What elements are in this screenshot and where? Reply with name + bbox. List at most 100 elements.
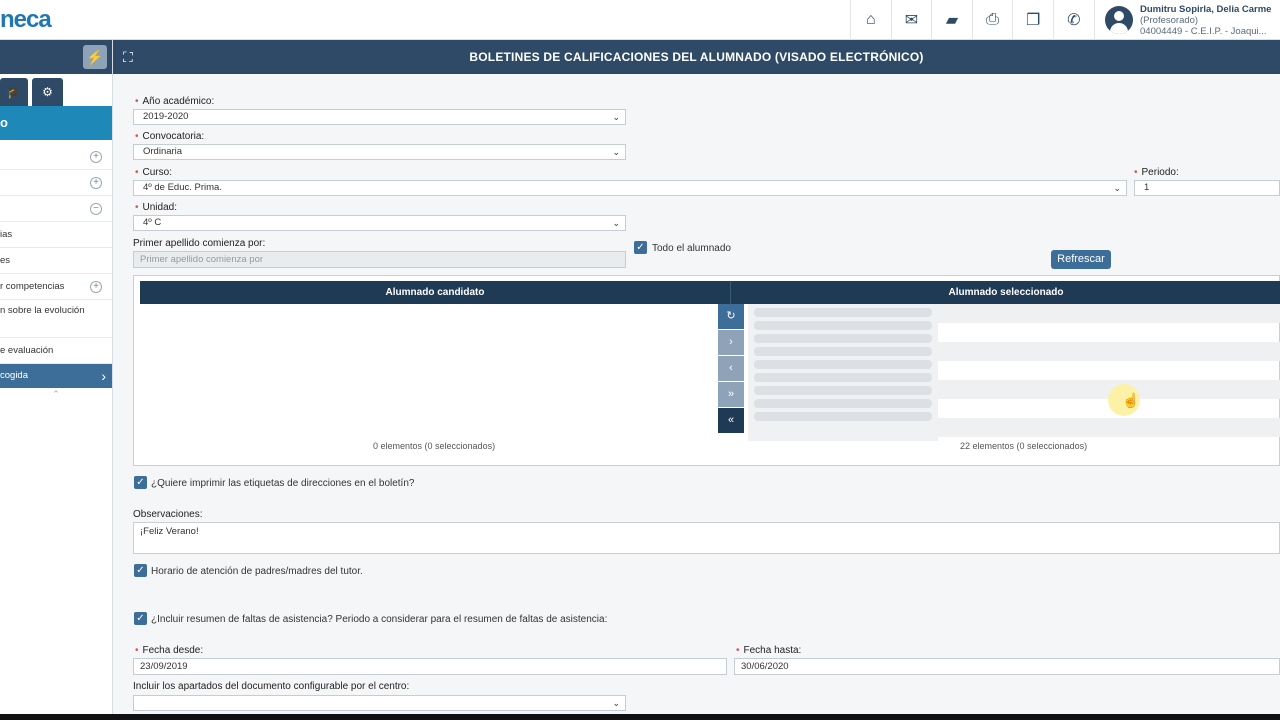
- etiquetas-checkbox[interactable]: ✓: [134, 476, 147, 489]
- copy-icon[interactable]: ❐: [1012, 0, 1053, 40]
- apartados-label: Incluir los apartados del documento conf…: [133, 681, 410, 692]
- convocatoria-label: Convocatoria:: [135, 131, 205, 142]
- periodo-select[interactable]: 1: [1134, 180, 1280, 196]
- sidebar-item[interactable]: n sobre la evolución: [0, 300, 112, 338]
- apellido-input[interactable]: Primer apellido comienza por: [133, 251, 626, 268]
- chevron-down-icon: ⌄: [1113, 183, 1121, 193]
- chevron-up-icon[interactable]: ⌃: [0, 388, 112, 400]
- user-info: Dumitru Sopirla, Delia Carme (Profesorad…: [1140, 4, 1271, 37]
- print-icon[interactable]: ⎙: [971, 0, 1013, 40]
- seleccionado-count: 22 elementos (0 seleccionados): [960, 441, 1088, 451]
- horario-label: Horario de atención de padres/madres del…: [151, 566, 363, 577]
- fecha-hasta-input[interactable]: 30/06/2020: [734, 658, 1280, 675]
- user-profile[interactable]: Dumitru Sopirla, Delia Carme (Profesorad…: [1094, 0, 1280, 40]
- fecha-desde-input[interactable]: 23/09/2019: [133, 658, 727, 675]
- curso-select[interactable]: 4º de Educ. Prima. ⌄: [133, 180, 1127, 196]
- convocatoria-select[interactable]: Ordinaria ⌄: [133, 144, 626, 160]
- list-item[interactable]: [754, 321, 932, 330]
- list-item[interactable]: [754, 308, 932, 317]
- unidad-select[interactable]: 4º C ⌄: [133, 215, 626, 231]
- minus-icon[interactable]: −: [90, 203, 102, 215]
- fecha-hasta-label: Fecha hasta:: [736, 645, 802, 656]
- todo-alumnado-checkbox[interactable]: ✓: [634, 241, 647, 254]
- refresh-icon[interactable]: ↻: [718, 304, 744, 329]
- user-name: Dumitru Sopirla, Delia Carme: [1140, 4, 1272, 15]
- curso-label: Curso:: [135, 167, 172, 178]
- graduation-cap-icon: 🎓: [6, 85, 22, 99]
- candidato-list[interactable]: [140, 304, 718, 434]
- faltas-checkbox[interactable]: ✓: [134, 612, 147, 625]
- sidebar-item[interactable]: r competencias +: [0, 274, 112, 300]
- sidebar-header: ⚡: [0, 40, 112, 74]
- periodo-label: Periodo:: [1134, 167, 1179, 178]
- anio-label: Año académico:: [135, 96, 215, 107]
- bottom-edge: [0, 714, 1280, 720]
- plus-icon[interactable]: +: [90, 177, 102, 189]
- page-title: BOLETINES DE CALIFICACIONES DEL ALUMNADO…: [469, 50, 924, 64]
- chevron-down-icon: ⌄: [612, 698, 620, 708]
- faltas-label: ¿Incluir resumen de faltas de asistencia…: [151, 614, 608, 625]
- observaciones-label: Observaciones:: [133, 509, 203, 520]
- sidebar-title[interactable]: o: [0, 106, 112, 140]
- list-item[interactable]: [754, 347, 932, 356]
- plus-icon[interactable]: +: [90, 281, 102, 293]
- anio-select[interactable]: 2019-2020 ⌄: [133, 109, 626, 125]
- dual-list-box: Alumnado candidato Alumnado seleccionado…: [133, 275, 1280, 466]
- candidato-count: 0 elementos (0 seleccionados): [373, 441, 496, 451]
- top-toolbar: ⌂ ✉ ▰ ⎙ ❐ ✆: [850, 0, 1094, 40]
- move-right-icon[interactable]: ›: [718, 330, 744, 355]
- list-item[interactable]: [754, 334, 932, 343]
- sidebar-item-active[interactable]: cogida ›: [0, 364, 112, 388]
- avatar[interactable]: [1105, 6, 1133, 34]
- app-logo[interactable]: neca: [0, 6, 52, 34]
- fecha-desde-label: Fecha desde:: [135, 645, 204, 656]
- list-item[interactable]: [754, 386, 932, 395]
- seleccionado-list[interactable]: [748, 304, 938, 441]
- sidebar-item[interactable]: +: [0, 144, 112, 170]
- sidebar: ⚡ 🎓 ⚙ o + + − ias es r competencias + n s…: [0, 40, 113, 720]
- sidebar-item[interactable]: +: [0, 170, 112, 196]
- tab-settings[interactable]: ⚙: [32, 78, 63, 106]
- chevron-down-icon: ⌄: [612, 147, 620, 157]
- seleccionado-header: Alumnado seleccionado: [730, 281, 1280, 304]
- chevron-right-icon: ›: [101, 368, 106, 384]
- sidebar-item[interactable]: es: [0, 248, 112, 274]
- hand-cursor-icon: ☝: [1122, 392, 1140, 408]
- user-role: (Profesorado): [1140, 15, 1199, 26]
- fullscreen-icon[interactable]: ⛶: [123, 49, 133, 66]
- phone-icon[interactable]: ✆: [1052, 0, 1094, 40]
- sidebar-item[interactable]: e evaluación: [0, 338, 112, 364]
- horario-checkbox[interactable]: ✓: [134, 564, 147, 577]
- chevron-down-icon: ⌄: [612, 112, 620, 122]
- sidebar-item[interactable]: ias: [0, 222, 112, 248]
- list-item[interactable]: [754, 373, 932, 382]
- refrescar-button[interactable]: Refrescar: [1051, 250, 1111, 269]
- top-bar: neca ⌂ ✉ ▰ ⎙ ❐ ✆ Dumitru Sopirla, Delia …: [0, 0, 1280, 40]
- user-center: 04004449 - C.E.I.P. - Joaqui...: [1140, 26, 1267, 37]
- list-item[interactable]: [754, 399, 932, 408]
- apellido-label: Primer apellido comienza por:: [133, 238, 266, 249]
- main-content: Año académico: 2019-2020⌄ Convocatoria: …: [113, 74, 1280, 720]
- unidad-label: Unidad:: [135, 202, 177, 213]
- list-item[interactable]: [754, 360, 932, 369]
- sidebar-item[interactable]: −: [0, 196, 112, 222]
- list-item[interactable]: [754, 412, 932, 421]
- folder-icon[interactable]: ▰: [931, 0, 972, 40]
- etiquetas-label: ¿Quiere imprimir las etiquetas de direcc…: [151, 478, 415, 489]
- home-icon[interactable]: ⌂: [850, 0, 891, 40]
- todo-alumnado-label: Todo el alumnado: [652, 243, 731, 254]
- move-all-right-icon[interactable]: »: [718, 382, 744, 407]
- page-header: BOLETINES DE CALIFICACIONES DEL ALUMNADO…: [113, 40, 1280, 74]
- tab-education[interactable]: 🎓: [0, 78, 28, 106]
- plus-icon[interactable]: +: [90, 151, 102, 163]
- chevron-down-icon: ⌄: [612, 218, 620, 228]
- observaciones-textarea[interactable]: ¡Feliz Verano!: [133, 522, 1280, 554]
- move-all-left-icon[interactable]: «: [718, 408, 744, 433]
- candidato-header: Alumnado candidato: [140, 281, 730, 304]
- gears-icon: ⚙: [42, 85, 53, 99]
- move-left-icon[interactable]: ‹: [718, 356, 744, 381]
- envelope-icon[interactable]: ✉: [890, 0, 932, 40]
- lightning-icon[interactable]: ⚡: [83, 45, 107, 69]
- sidebar-tabs: 🎓 ⚙: [0, 74, 112, 106]
- apartados-select[interactable]: ⌄: [133, 695, 626, 711]
